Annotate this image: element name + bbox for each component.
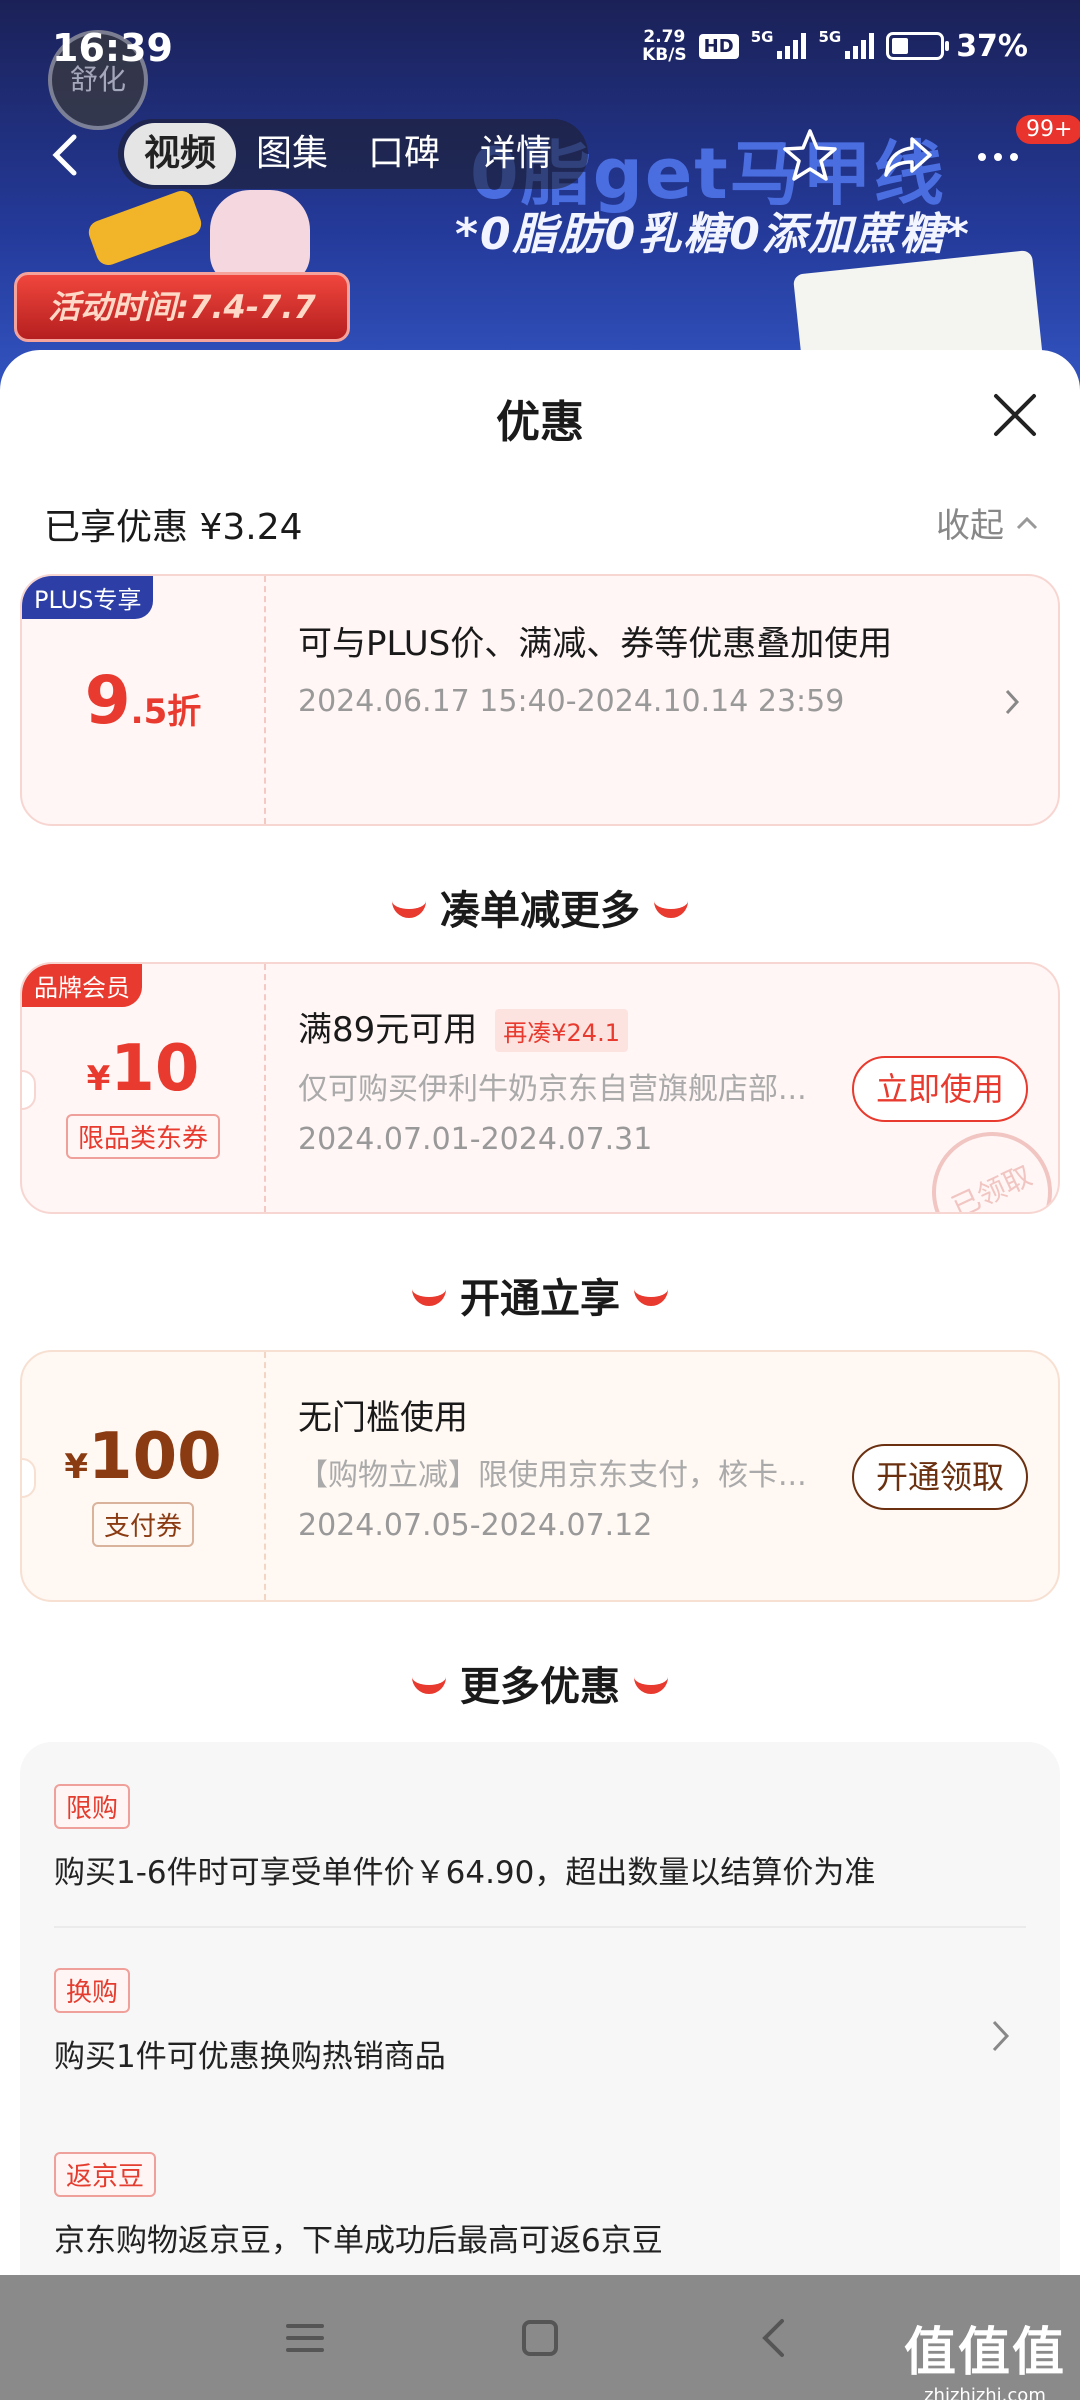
chevron-up-icon: [1016, 516, 1038, 529]
message-badge: 99+: [1016, 115, 1080, 144]
network-type-2: 5G: [818, 28, 842, 46]
activate-claim-button[interactable]: 开通领取: [851, 1444, 1028, 1510]
discount-sheet: 优惠 已享优惠 ¥3.24 收起 PLUS专享 9.5折 可与PLUS价、满减、…: [0, 350, 1080, 2275]
chevron-right-icon: [1005, 689, 1020, 715]
status-time: 16:39: [52, 26, 173, 70]
favorite-star-icon[interactable]: [780, 125, 840, 185]
plus-card-date: 2024.06.17 15:40-2024.10.14 23:59: [298, 684, 845, 719]
offer-label: 返京豆: [54, 2152, 157, 2197]
section-title-combine: 凑单减更多: [0, 878, 1080, 936]
payment-coupon-desc: 【购物立减】限使用京东支付，核卡...: [298, 1458, 807, 1493]
use-now-button[interactable]: 立即使用: [851, 1056, 1028, 1122]
coupon-date: 2024.07.01-2024.07.31: [298, 1122, 653, 1157]
smile-icon: [392, 900, 426, 918]
collapse-button[interactable]: 收起: [936, 498, 1040, 547]
event-time-banner: 活动时间:7.4-7.7: [14, 272, 350, 342]
back-arrow-icon[interactable]: [36, 125, 96, 185]
signal-icon-2: [845, 33, 875, 59]
smile-icon: [412, 1288, 446, 1306]
hd-icon: HD: [698, 33, 739, 59]
site-watermark: 值值值 zhizhizhi.com: [903, 2323, 1066, 2400]
offer-text: 购买1-6件时可享受单件价￥64.90，超出数量以结算价为准: [54, 1855, 876, 1891]
offer-text: 京东购物返京豆，下单成功后最高可返6京豆: [54, 2223, 663, 2259]
tab-reviews[interactable]: 口碑: [348, 123, 460, 185]
payment-coupon-card: ¥100 支付券 无门槛使用 【购物立减】限使用京东支付，核卡... 2024.…: [20, 1350, 1060, 1602]
plus-discount-value: 9.5折: [22, 576, 266, 824]
plus-discount-card[interactable]: PLUS专享 9.5折 可与PLUS价、满减、券等优惠叠加使用 2024.06.…: [20, 574, 1060, 826]
coupon-value: ¥10 限品类东券: [22, 964, 266, 1212]
chevron-right-icon: [992, 2020, 1010, 2052]
dumbbell-graphic: [85, 187, 205, 269]
close-icon[interactable]: [990, 390, 1040, 440]
share-icon[interactable]: [878, 125, 938, 185]
payment-coupon-title: 无门槛使用: [298, 1398, 468, 1438]
saved-amount: 已享优惠 ¥3.24: [44, 507, 303, 548]
offer-label: 限购: [54, 1784, 131, 1829]
coupon-title: 满89元可用: [298, 1010, 478, 1050]
content-tabs: 视频 图集 口碑 详情: [118, 119, 588, 189]
top-nav: 视频 图集 口碑 详情 99+: [0, 115, 1080, 195]
battery-icon: [886, 32, 950, 60]
smile-icon: [634, 1676, 668, 1694]
signal-icon: [777, 33, 807, 59]
back-icon[interactable]: [750, 2313, 800, 2363]
kettlebell-graphic: [210, 190, 310, 285]
menu-icon[interactable]: [280, 2313, 330, 2363]
brand-coupon-card: 品牌会员 ¥10 限品类东券 满89元可用 再凑¥24.1 仅可购买伊利牛奶京东…: [20, 962, 1060, 1214]
list-item: 返京豆 京东购物返京豆，下单成功后最高可返6京豆: [54, 2152, 1026, 2260]
status-bar: 16:39 2.79 KB/S HD 5G 5G 37%: [0, 0, 1080, 96]
list-item: 限购 购买1-6件时可享受单件价￥64.90，超出数量以结算价为准: [54, 1784, 1026, 1892]
smile-icon: [634, 1288, 668, 1306]
payment-coupon-type: 支付券: [91, 1501, 194, 1547]
sheet-title: 优惠: [496, 397, 584, 448]
offer-label: 换购: [54, 1968, 131, 2013]
smile-icon: [412, 1676, 446, 1694]
home-icon[interactable]: [515, 2313, 565, 2363]
coupon-desc: 仅可购买伊利牛奶京东自营旗舰店部...: [298, 1072, 807, 1107]
banner-subline: *0脂肪0乳糖0添加蔗糖*: [455, 209, 971, 260]
collapse-label: 收起: [936, 506, 1004, 546]
plus-card-title: 可与PLUS价、满减、券等优惠叠加使用: [298, 624, 893, 664]
smile-icon: [654, 900, 688, 918]
payment-coupon-value: ¥100 支付券: [22, 1352, 266, 1600]
network-speed: 2.79 KB/S: [642, 27, 687, 65]
offer-text: 购买1件可优惠换购热销商品: [54, 2039, 446, 2075]
network-type-1: 5G: [750, 28, 774, 46]
coupon-type-label: 限品类东券: [65, 1113, 220, 1159]
list-item-tradein[interactable]: 换购 购买1件可优惠换购热销商品: [54, 1968, 1026, 2076]
tab-gallery[interactable]: 图集: [236, 123, 348, 185]
battery-percent: 37%: [956, 28, 1028, 64]
coupon-hint: 再凑¥24.1: [495, 1008, 628, 1052]
tab-details[interactable]: 详情: [460, 123, 572, 185]
section-title-activate: 开通立享: [0, 1266, 1080, 1324]
more-offers-list: 限购 购买1-6件时可享受单件价￥64.90，超出数量以结算价为准 换购 购买1…: [20, 1742, 1060, 2275]
divider: [54, 1926, 1026, 1928]
section-title-more: 更多优惠: [0, 1654, 1080, 1712]
tab-video[interactable]: 视频: [124, 123, 237, 185]
payment-coupon-date: 2024.07.05-2024.07.12: [298, 1508, 653, 1543]
